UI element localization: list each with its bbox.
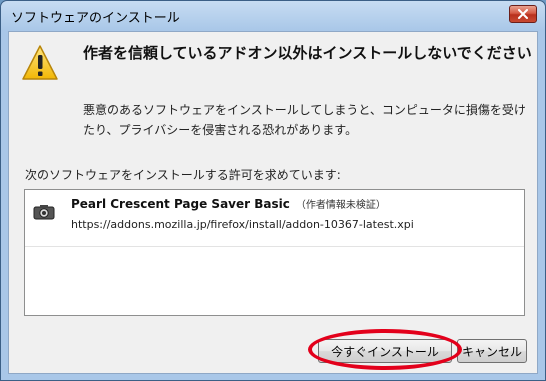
list-item[interactable]: Pearl Crescent Page Saver Basic （作者情報未検証）… — [25, 190, 524, 247]
warning-heading: 作者を信頼しているアドオン以外はインストールしないでください — [83, 44, 532, 62]
highlight-circle — [308, 329, 462, 370]
close-button[interactable] — [509, 5, 537, 23]
warning-description: 悪意のあるソフトウェアをインストールしてしまうと、コンピュータに損傷を受けたり、… — [83, 103, 526, 137]
cancel-button[interactable]: キャンセル — [457, 339, 527, 363]
addon-url: https://addons.mozilla.jp/firefox/instal… — [71, 218, 414, 231]
close-icon — [518, 9, 528, 19]
title-bar[interactable]: ソフトウェアのインストール — [1, 1, 545, 31]
permission-text: 次のソフトウェアをインストールする許可を求めています: — [25, 168, 341, 182]
dialog-body: 作者を信頼しているアドオン以外はインストールしないでください 悪意のあるソフトウ… — [8, 31, 538, 374]
camera-icon — [33, 205, 55, 220]
window-title: ソフトウェアのインストール — [11, 11, 180, 26]
addon-author-status: （作者情報未検証） — [295, 200, 386, 211]
warning-triangle-icon — [22, 45, 58, 80]
addon-list[interactable]: Pearl Crescent Page Saver Basic （作者情報未検証）… — [24, 189, 525, 316]
install-dialog-window: ソフトウェアのインストール 作者を信頼しているアドオン以外はインストールしないで… — [0, 0, 546, 381]
addon-name: Pearl Crescent Page Saver Basic （作者情報未検証） — [71, 197, 386, 211]
